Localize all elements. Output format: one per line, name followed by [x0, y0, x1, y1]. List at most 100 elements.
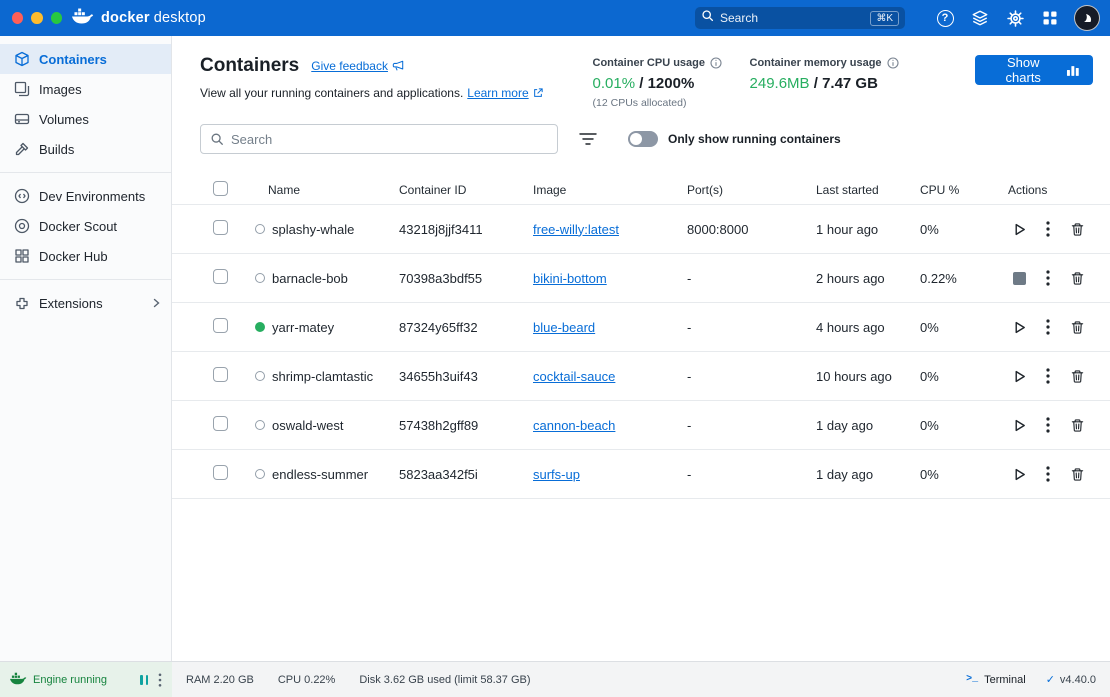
column-header-last-started[interactable]: Last started — [816, 183, 920, 197]
trash-icon — [1070, 467, 1085, 482]
column-header-cpu[interactable]: CPU % — [920, 183, 1008, 197]
page-header: Containers Give feedback View all your r… — [172, 36, 1110, 109]
filter-icon[interactable] — [575, 128, 601, 150]
delete-button[interactable] — [1066, 316, 1088, 338]
play-button[interactable] — [1008, 414, 1030, 436]
row-checkbox[interactable] — [213, 465, 228, 480]
sidebar-item-builds[interactable]: Builds — [0, 134, 171, 164]
sidebar-item-volumes[interactable]: Volumes — [0, 104, 171, 134]
bar-chart-icon — [1066, 63, 1080, 77]
sidebar-item-docker-hub[interactable]: Docker Hub — [0, 241, 171, 271]
row-checkbox[interactable] — [213, 269, 228, 284]
settings-gear-icon[interactable] — [1004, 7, 1026, 29]
apps-grid-icon[interactable] — [1039, 7, 1061, 29]
chevron-right-icon — [151, 298, 161, 308]
memory-used-value: 249.6MB — [750, 75, 810, 92]
column-header-name[interactable]: Name — [255, 183, 399, 197]
engine-status[interactable]: Engine running — [0, 662, 172, 697]
container-name: endless-summer — [272, 467, 368, 482]
sidebar-item-containers[interactable]: Containers — [0, 44, 171, 74]
window-controls — [0, 12, 62, 24]
version-label: v4.40.0 — [1060, 674, 1096, 686]
kebab-icon — [1046, 221, 1050, 237]
image-link[interactable]: free-willy:latest — [533, 222, 619, 237]
update-check-icon: ✓ — [1046, 673, 1055, 686]
status-dot — [255, 273, 265, 283]
row-checkbox[interactable] — [213, 367, 228, 382]
minimize-window-button[interactable] — [31, 12, 42, 24]
builds-icon — [14, 141, 30, 157]
close-window-button[interactable] — [12, 12, 23, 24]
kebab-icon — [1046, 466, 1050, 482]
column-header-ports[interactable]: Port(s) — [687, 183, 816, 197]
row-menu-button[interactable] — [1037, 267, 1059, 289]
version-indicator[interactable]: ✓ v4.40.0 — [1046, 673, 1096, 686]
status-dot — [255, 322, 265, 332]
image-link[interactable]: bikini-bottom — [533, 271, 607, 286]
column-header-container-id[interactable]: Container ID — [399, 183, 533, 197]
running-only-toggle[interactable] — [628, 131, 658, 147]
cpu-percent: 0% — [920, 222, 1008, 237]
table-row: barnacle-bob 70398a3bdf55 bikini-bottom … — [172, 254, 1110, 303]
global-search-placeholder: Search — [720, 11, 870, 25]
container-id: 57438h2gff89 — [399, 418, 533, 433]
last-started: 1 day ago — [816, 418, 920, 433]
play-button[interactable] — [1008, 218, 1030, 240]
ram-stat: RAM 2.20 GB — [186, 674, 254, 686]
help-icon[interactable]: ? — [934, 7, 956, 29]
info-icon[interactable] — [887, 57, 899, 69]
image-link[interactable]: cannon-beach — [533, 418, 615, 433]
give-feedback-link[interactable]: Give feedback — [311, 59, 404, 73]
zoom-window-button[interactable] — [51, 12, 62, 24]
table-toolbar: Only show running containers — [200, 124, 1093, 154]
delete-button[interactable] — [1066, 267, 1088, 289]
delete-button[interactable] — [1066, 463, 1088, 485]
row-checkbox[interactable] — [213, 416, 228, 431]
memory-total-value: / 7.47 GB — [814, 75, 878, 92]
sidebar-divider — [0, 172, 171, 173]
stack-icon[interactable] — [969, 7, 991, 29]
play-button[interactable] — [1008, 316, 1030, 338]
engine-menu-button[interactable] — [156, 671, 164, 689]
row-checkbox[interactable] — [213, 220, 228, 235]
cpu-percent: 0% — [920, 320, 1008, 335]
row-menu-button[interactable] — [1037, 414, 1059, 436]
show-charts-button[interactable]: Show charts — [975, 55, 1093, 85]
row-menu-button[interactable] — [1037, 316, 1059, 338]
container-ports: - — [687, 271, 816, 286]
sidebar-item-dev-environments[interactable]: Dev Environments — [0, 181, 171, 211]
trash-icon — [1070, 222, 1085, 237]
delete-button[interactable] — [1066, 414, 1088, 436]
row-menu-button[interactable] — [1037, 463, 1059, 485]
image-link[interactable]: surfs-up — [533, 467, 580, 482]
kebab-icon — [1046, 319, 1050, 335]
user-avatar[interactable] — [1074, 5, 1100, 31]
status-dot — [255, 224, 265, 234]
sidebar-item-images[interactable]: Images — [0, 74, 171, 104]
stop-button[interactable] — [1008, 267, 1030, 289]
row-checkbox[interactable] — [213, 318, 228, 333]
docker-whale-icon — [72, 8, 94, 29]
row-menu-button[interactable] — [1037, 365, 1059, 387]
status-dot — [255, 420, 265, 430]
select-all-checkbox[interactable] — [213, 181, 228, 196]
column-header-image[interactable]: Image — [533, 183, 687, 197]
image-link[interactable]: cocktail-sauce — [533, 369, 615, 384]
global-search[interactable]: Search ⌘K — [695, 7, 905, 29]
sidebar-item-docker-scout[interactable]: Docker Scout — [0, 211, 171, 241]
row-menu-button[interactable] — [1037, 218, 1059, 240]
play-button[interactable] — [1008, 463, 1030, 485]
sidebar-item-extensions[interactable]: Extensions — [0, 288, 171, 318]
play-button[interactable] — [1008, 365, 1030, 387]
image-link[interactable]: blue-beard — [533, 320, 595, 335]
pause-engine-button[interactable] — [138, 673, 150, 687]
cpu-total-value: / 1200% — [639, 75, 694, 92]
learn-more-link[interactable]: Learn more — [467, 86, 542, 100]
last-started: 4 hours ago — [816, 320, 920, 335]
terminal-button[interactable]: >_ Terminal — [966, 674, 1026, 686]
delete-button[interactable] — [1066, 365, 1088, 387]
delete-button[interactable] — [1066, 218, 1088, 240]
search-input[interactable] — [231, 132, 548, 147]
info-icon[interactable] — [710, 57, 722, 69]
container-ports: - — [687, 320, 816, 335]
